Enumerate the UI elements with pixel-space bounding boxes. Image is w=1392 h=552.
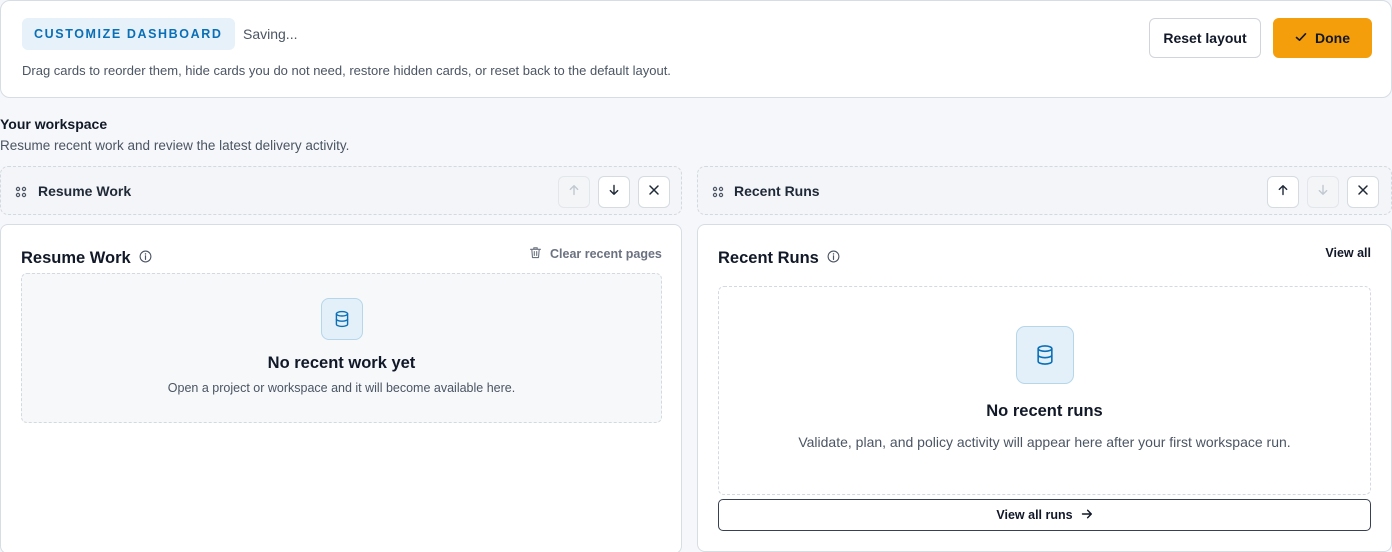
- move-up-button[interactable]: [1267, 176, 1299, 208]
- empty-state: No recent runs Validate, plan, and polic…: [718, 286, 1371, 495]
- done-label: Done: [1315, 30, 1350, 46]
- workspace-title: Your workspace: [0, 116, 108, 132]
- arrow-down-icon: [1317, 183, 1329, 201]
- info-icon[interactable]: [827, 249, 840, 268]
- resume-work-card: Resume Work Clear recent pages No recent…: [0, 224, 682, 552]
- reset-layout-button[interactable]: Reset layout: [1149, 18, 1261, 58]
- arrow-down-icon: [608, 183, 620, 201]
- empty-text: Validate, plan, and policy activity will…: [798, 434, 1291, 450]
- drag-handle-icon[interactable]: [712, 185, 724, 203]
- card-title: Recent Runs: [718, 249, 840, 268]
- view-all-runs-button[interactable]: View all runs: [718, 499, 1371, 531]
- drag-handle-icon[interactable]: [15, 185, 27, 203]
- resume-work-title: Resume Work: [21, 249, 131, 267]
- customize-dashboard-badge: CUSTOMIZE DASHBOARD: [22, 18, 235, 50]
- view-all-link[interactable]: View all: [1325, 246, 1371, 260]
- dragbar-recent-runs[interactable]: Recent Runs: [697, 166, 1392, 215]
- dragbar-label: Recent Runs: [734, 183, 820, 199]
- clear-recent-pages-button[interactable]: Clear recent pages: [529, 246, 662, 262]
- recent-runs-card: Recent Runs View all No recent runs Vali…: [697, 224, 1392, 552]
- customize-description: Drag cards to reorder them, hide cards y…: [22, 63, 671, 78]
- reset-layout-label: Reset layout: [1163, 30, 1247, 46]
- done-button[interactable]: Done: [1273, 18, 1372, 58]
- empty-title: No recent work yet: [267, 354, 416, 372]
- view-all-runs-label: View all runs: [996, 508, 1073, 522]
- dragbar-label: Resume Work: [38, 183, 132, 199]
- card-title: Resume Work: [21, 249, 152, 268]
- close-icon: [1357, 183, 1369, 201]
- hide-card-button[interactable]: [638, 176, 670, 208]
- database-icon: [321, 298, 363, 340]
- clear-recent-pages-label: Clear recent pages: [550, 247, 662, 261]
- move-down-button[interactable]: [1307, 176, 1339, 208]
- empty-text: Open a project or workspace and it will …: [167, 381, 516, 395]
- info-icon[interactable]: [139, 249, 152, 268]
- empty-state: No recent work yet Open a project or wor…: [21, 273, 662, 423]
- arrow-up-icon: [568, 183, 580, 201]
- recent-runs-title: Recent Runs: [718, 249, 819, 267]
- hide-card-button[interactable]: [1347, 176, 1379, 208]
- check-icon: [1295, 30, 1307, 46]
- move-down-button[interactable]: [598, 176, 630, 208]
- dragbar-resume-work[interactable]: Resume Work: [0, 166, 682, 215]
- arrow-up-icon: [1277, 183, 1289, 201]
- close-icon: [648, 183, 660, 201]
- database-icon: [1016, 326, 1074, 384]
- move-up-button[interactable]: [558, 176, 590, 208]
- customize-banner: CUSTOMIZE DASHBOARD Saving... Drag cards…: [0, 0, 1392, 98]
- workspace-subtitle: Resume recent work and review the latest…: [0, 138, 350, 153]
- arrow-right-icon: [1081, 508, 1093, 523]
- saving-status: Saving...: [243, 26, 298, 42]
- trash-icon: [529, 246, 542, 262]
- empty-title: No recent runs: [986, 402, 1103, 420]
